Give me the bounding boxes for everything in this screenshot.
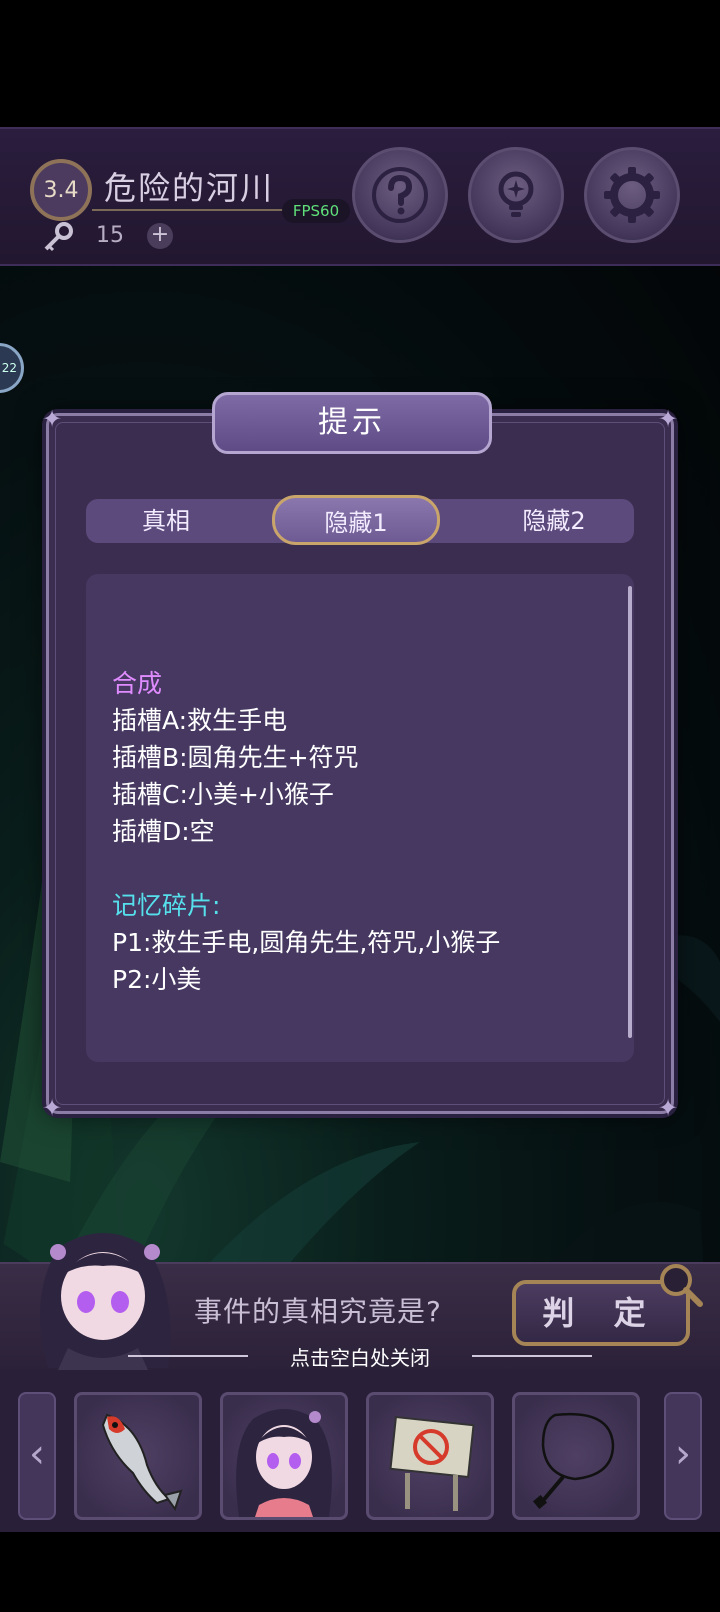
corner-ornament-icon: ✦ (657, 1094, 679, 1122)
key-count: 15 (96, 223, 124, 248)
no-entry-sign-icon (389, 1415, 475, 1511)
inventory-slot-net[interactable] (512, 1392, 640, 1520)
girl-icon (236, 1409, 332, 1517)
help-icon (372, 167, 428, 223)
tab-hidden-2[interactable]: 隐藏2 (482, 499, 626, 543)
close-hint[interactable]: 点击空白处关闭 (0, 1342, 720, 1371)
magnifier-icon (660, 1264, 703, 1307)
level-badge: 3.4 (30, 159, 92, 221)
inventory-prev-button[interactable]: ‹ (18, 1392, 56, 1520)
synthesis-line: 插槽B:圆角先生+符咒 (112, 743, 359, 772)
key-icon (44, 222, 73, 252)
tab-bar: 真相 隐藏1 隐藏2 (86, 495, 634, 545)
bottom-padding (0, 1532, 720, 1612)
corner-ornament-icon: ✦ (657, 405, 679, 433)
corner-ornament-icon: ✦ (41, 405, 63, 433)
settings-button[interactable] (584, 147, 680, 243)
synthesis-line: 插槽D:空 (112, 817, 215, 846)
inventory-slot-girl[interactable] (220, 1392, 348, 1520)
inventory-next-button[interactable]: › (664, 1392, 702, 1520)
memory-line: P1:救生手电,圆角先生,符咒,小猴子 (112, 928, 501, 957)
dialog-title: 提示 (212, 392, 492, 454)
top-bar: 3.4 危险的河川 FPS60 15 + (0, 127, 720, 266)
corner-ornament-icon: ✦ (41, 1094, 63, 1122)
help-button[interactable] (352, 147, 448, 243)
inventory-slot-sign[interactable] (366, 1392, 494, 1520)
fps-counter: FPS60 (282, 199, 350, 223)
fish-icon (101, 1413, 183, 1512)
section-title-synthesis: 合成 (112, 669, 163, 698)
net-icon (532, 1412, 615, 1510)
synthesis-line: 插槽A:救生手电 (112, 706, 288, 735)
inventory-slot-fish[interactable] (74, 1392, 202, 1520)
lightbulb-icon (498, 171, 534, 217)
gear-icon (604, 167, 660, 223)
tab-truth[interactable]: 真相 (96, 499, 236, 543)
hint-button[interactable] (468, 147, 564, 243)
memory-line: P2:小美 (112, 965, 202, 994)
section-title-memory: 记忆碎片: (112, 891, 221, 920)
content-scrollbar[interactable] (628, 586, 632, 1038)
synthesis-line: 插槽C:小美+小猴子 (112, 780, 334, 809)
tab-hidden-1[interactable]: 隐藏1 (272, 495, 440, 545)
level-title: 危险的河川 (104, 169, 275, 207)
truth-question: 事件的真相究竟是? (194, 1295, 442, 1328)
add-keys-button[interactable]: + (147, 223, 173, 249)
